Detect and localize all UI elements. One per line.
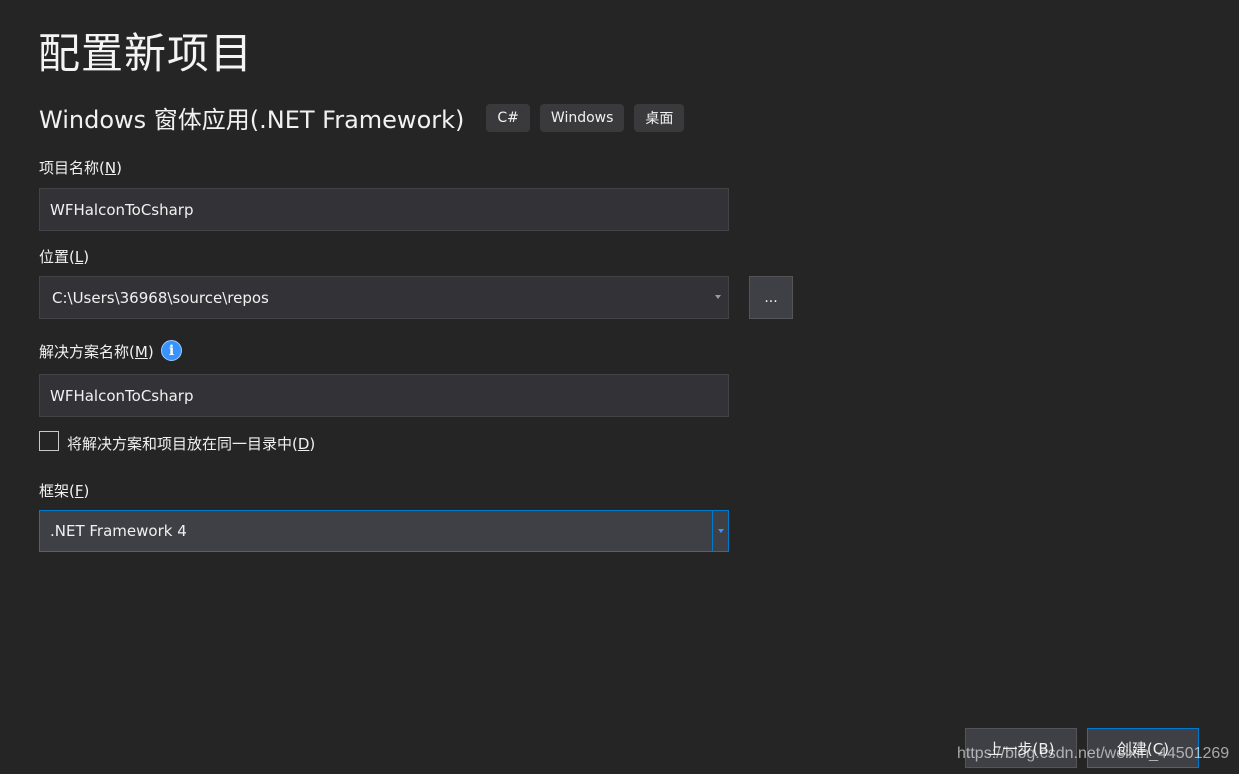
template-summary: Windows 窗体应用(.NET Framework) C# Windows … bbox=[39, 100, 685, 135]
solution-name-value: WFHalconToCsharp bbox=[50, 386, 194, 405]
page-title: 配置新项目 bbox=[38, 29, 254, 78]
browse-location-button[interactable]: ... bbox=[749, 276, 793, 319]
template-name: Windows 窗体应用(.NET Framework) bbox=[39, 106, 465, 134]
solution-name-input[interactable]: WFHalconToCsharp bbox=[39, 374, 729, 417]
chevron-down-icon[interactable] bbox=[718, 529, 724, 533]
location-combobox[interactable]: C:\Users\36968\source\repos bbox=[39, 276, 729, 319]
framework-select[interactable]: .NET Framework 4 bbox=[39, 510, 729, 552]
info-icon[interactable]: i bbox=[161, 340, 182, 361]
chevron-down-icon[interactable] bbox=[715, 295, 721, 299]
project-name-value: WFHalconToCsharp bbox=[50, 200, 194, 219]
location-label: 位置(L) bbox=[39, 248, 90, 266]
project-name-label: 项目名称(N) bbox=[39, 159, 122, 177]
watermark: https://blog.csdn.net/weixin_44501269 bbox=[957, 745, 1230, 762]
dropdown-divider bbox=[712, 511, 713, 551]
tag-language: C# bbox=[486, 103, 530, 132]
same-directory-checkbox[interactable] bbox=[39, 431, 59, 451]
location-value: C:\Users\36968\source\repos bbox=[52, 288, 269, 307]
same-directory-label[interactable]: 将解决方案和项目放在同一目录中(D) bbox=[67, 433, 315, 454]
solution-name-label: 解决方案名称(M) bbox=[39, 343, 154, 361]
project-name-input[interactable]: WFHalconToCsharp bbox=[39, 188, 729, 231]
configure-project-dialog: 配置新项目 Windows 窗体应用(.NET Framework) C# Wi… bbox=[0, 0, 1239, 774]
tag-project-type: 桌面 bbox=[634, 103, 685, 132]
tag-platform: Windows bbox=[539, 103, 625, 132]
framework-label: 框架(F) bbox=[39, 482, 90, 500]
framework-value: .NET Framework 4 bbox=[50, 522, 187, 540]
